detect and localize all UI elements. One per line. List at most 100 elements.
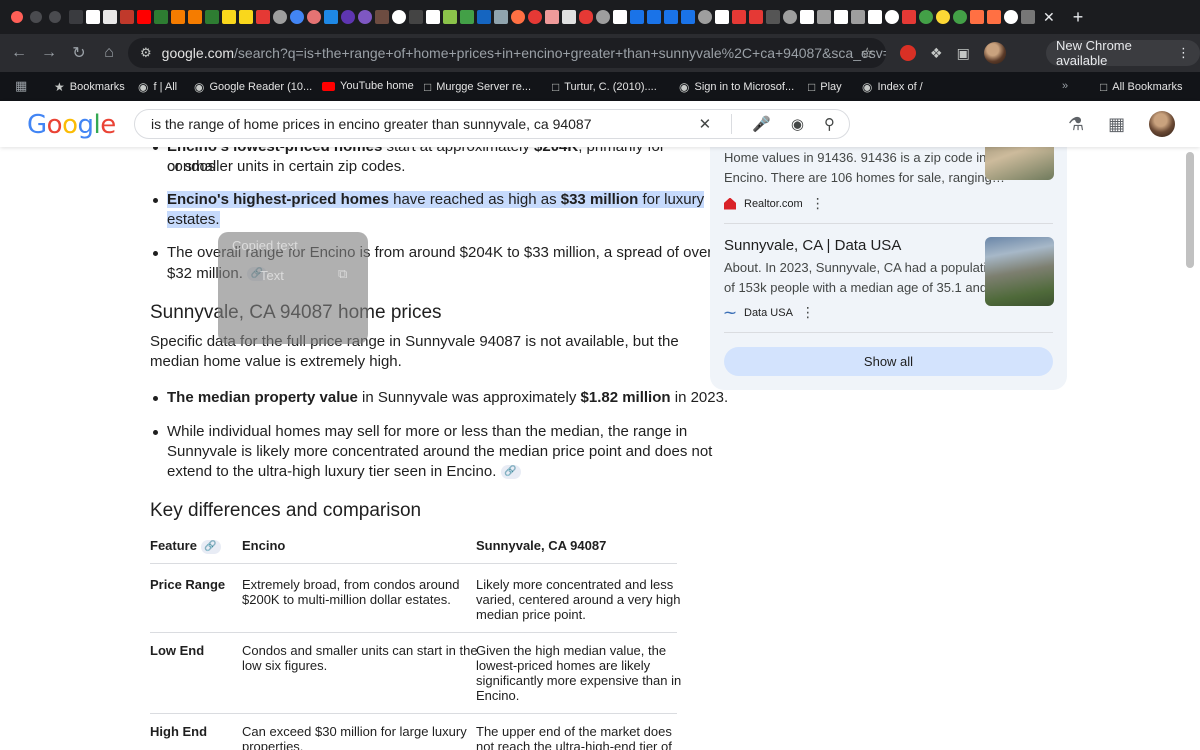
tab-favicon-icon[interactable] [732,10,746,24]
tab-favicon-icon[interactable] [613,10,627,24]
tab-favicon-icon[interactable] [800,10,814,24]
tab-favicon-icon[interactable] [987,10,1001,24]
tab-favicon-icon[interactable] [715,10,729,24]
new-tab-button[interactable]: + [1073,7,1084,28]
tab-favicon-icon[interactable] [545,10,559,24]
minimize-window-button[interactable] [30,11,42,23]
tab-favicon-icon[interactable] [528,10,542,24]
tab-favicon-icon[interactable] [103,10,117,24]
search-input[interactable]: is the range of home prices in encino gr… [151,116,592,132]
tab-favicon-icon[interactable] [443,10,457,24]
tab-favicon-icon[interactable] [681,10,695,24]
more-options-icon[interactable]: ⋮ [801,304,815,321]
tab-favicon-icon[interactable] [358,10,372,24]
bookmarks-overflow-icon[interactable]: » [1062,80,1068,92]
tab-favicon-icon[interactable] [562,10,576,24]
bookmark-item[interactable]: ◉ Google Reader (10... [194,80,312,94]
tab-favicon-icon[interactable] [205,10,219,24]
tab-favicon-icon[interactable] [188,10,202,24]
tab-favicon-icon[interactable] [970,10,984,24]
tab-favicon-icon[interactable] [86,10,100,24]
address-bar[interactable]: ⚙ google.com/search?q=is+the+range+of+ho… [128,38,886,68]
bookmark-item[interactable]: □ Murgge Server re... [424,80,531,94]
lens-camera-icon[interactable]: ◉ [791,115,804,133]
tab-favicon-icon[interactable] [511,10,525,24]
more-options-icon[interactable]: ⋮ [811,195,825,212]
tab-favicon-icon[interactable] [630,10,644,24]
tab-favicon-icon[interactable] [477,10,491,24]
tab-favicon-icon[interactable] [766,10,780,24]
extension-icon[interactable] [900,45,916,61]
tab-favicon-icon[interactable] [426,10,440,24]
home-icon[interactable]: ⌂ [94,44,124,62]
tab-favicon-icon[interactable] [290,10,304,24]
tab-favicon-icon[interactable] [256,10,270,24]
tab-favicon-icon[interactable] [936,10,950,24]
tab-favicon-icon[interactable] [885,10,899,24]
reload-icon[interactable]: ↻ [64,43,94,63]
tab-favicon-icon[interactable] [834,10,848,24]
link-icon[interactable]: 🔗 [200,539,221,554]
zoom-window-button[interactable] [49,11,61,23]
bookmark-item[interactable]: ◉ Sign in to Microsof... [679,80,794,94]
tab-favicon-icon[interactable] [817,10,831,24]
tab-favicon-icon[interactable] [341,10,355,24]
google-logo[interactable]: Google [27,110,116,140]
tab-favicon-icon[interactable] [749,10,763,24]
tab-favicon-icon[interactable] [1004,10,1018,24]
clear-icon[interactable]: ✕ [699,115,712,133]
tab-favicon-icon[interactable] [783,10,797,24]
url-text[interactable]: google.com/search?q=is+the+range+of+home… [162,45,886,61]
tab-favicon-icon[interactable] [647,10,661,24]
tab-favicon-icon[interactable] [171,10,185,24]
close-window-button[interactable] [11,11,23,23]
source-thumbnail[interactable] [985,237,1054,306]
tab-favicon-icon[interactable] [120,10,134,24]
source-attribution[interactable]: Realtor.com ⋮ [724,195,825,212]
tab-favicon-icon[interactable] [222,10,236,24]
tab-favicon-icon[interactable] [698,10,712,24]
tab-favicon-icon[interactable] [137,10,151,24]
tab-favicon-icon[interactable] [1021,10,1035,24]
account-avatar[interactable] [1149,111,1176,137]
bookmark-item[interactable]: ◉ Index of / [862,80,923,94]
bookmark-item[interactable]: ◉ f | All [138,80,177,94]
cast-icon[interactable]: ▣ [957,45,970,62]
search-box[interactable]: is the range of home prices in encino gr… [134,109,850,139]
labs-flask-icon[interactable]: ⚗ [1068,114,1084,135]
bookmark-item[interactable]: ★ Bookmarks [54,80,125,94]
tab-favicon-icon[interactable] [324,10,338,24]
source-title[interactable]: Sunnyvale, CA | Data USA [724,237,901,254]
floating-popup[interactable]: Copied text Text ⧉ [218,232,368,344]
show-all-button[interactable]: Show all [724,347,1053,376]
forward-arrow-icon[interactable]: → [34,44,64,62]
new-chrome-available-button[interactable]: New Chrome available ⋮ [1046,38,1200,68]
bookmark-item[interactable]: □ Play [808,80,842,94]
page-scrollbar[interactable] [1186,152,1194,268]
tab-favicon-icon[interactable] [409,10,423,24]
tab-favicon-icon[interactable] [596,10,610,24]
tab-favicon-icon[interactable] [919,10,933,24]
bookmark-item[interactable]: □ Turtur, C. (2010).... [552,80,657,94]
tab-favicon-icon[interactable] [69,10,83,24]
back-arrow-icon[interactable]: ← [4,44,34,62]
menu-dots-icon[interactable]: ⋮ [1177,45,1190,61]
popup-item[interactable]: Text [260,268,284,283]
tab-favicon-icon[interactable] [902,10,916,24]
tab-favicon-icon[interactable] [392,10,406,24]
tab-favicon-icon[interactable] [494,10,508,24]
site-info-icon[interactable]: ⚙ [140,45,152,61]
search-icon[interactable]: ⚲ [824,115,835,133]
bookmark-star-icon[interactable]: ☆ [861,44,874,62]
link-icon[interactable]: 🔗 [500,465,521,480]
close-tab-icon[interactable]: ✕ [1043,9,1055,26]
apps-grid-icon[interactable]: ▦ [1108,114,1125,135]
copy-icon[interactable]: ⧉ [338,266,347,282]
profile-avatar[interactable] [983,42,1006,64]
tab-favicon-icon[interactable] [273,10,287,24]
microphone-icon[interactable]: 🎤 [752,115,771,133]
tab-favicon-icon[interactable] [460,10,474,24]
tab-favicon-icon[interactable] [953,10,967,24]
extensions-puzzle-icon[interactable]: ❖ [930,45,943,62]
tab-favicon-icon[interactable] [664,10,678,24]
